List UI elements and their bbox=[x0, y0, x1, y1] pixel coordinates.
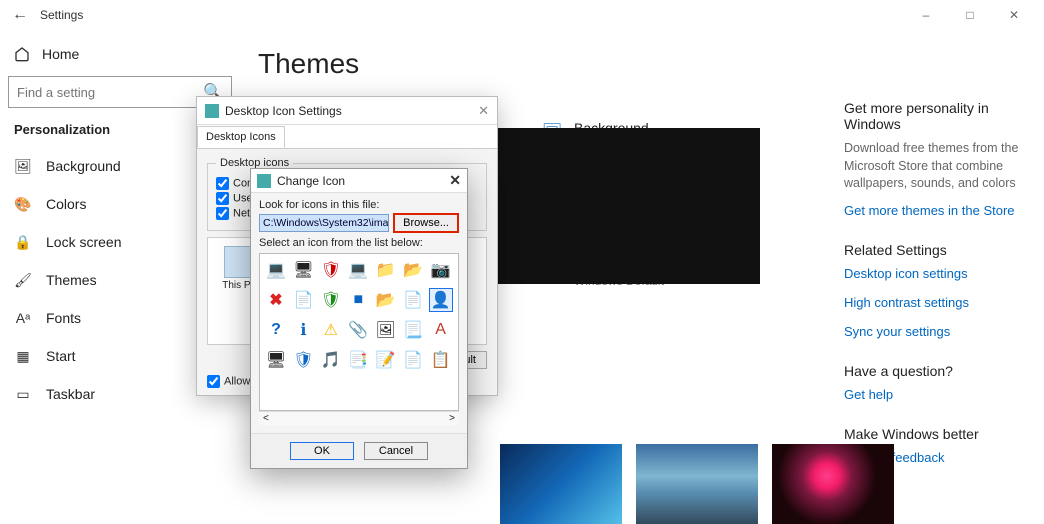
icon-option[interactable]: 💻 bbox=[346, 258, 370, 282]
dialog-change-icon: Change Icon ✕ Look for icons in this fil… bbox=[250, 168, 468, 469]
icon-option[interactable]: ■ bbox=[346, 288, 370, 312]
icon-option[interactable]: 📂 bbox=[374, 288, 398, 312]
window-titlebar: ← Settings – □ ✕ bbox=[0, 0, 1044, 30]
theme-thumb[interactable] bbox=[772, 444, 894, 524]
icon-list[interactable]: 💻 🖥 🛡 💻 📁 📂 📷 ✖ 📄 🛡 ■ 📂 📄 👤 ? ℹ ⚠ 📎 🖼 📃 … bbox=[259, 253, 459, 411]
display-icon bbox=[257, 174, 271, 188]
dialog-tabs: Desktop Icons bbox=[197, 125, 497, 149]
icon-option[interactable]: 📄 bbox=[401, 348, 425, 372]
nav-label: Background bbox=[46, 158, 121, 174]
home-label: Home bbox=[42, 46, 79, 62]
close-icon[interactable]: ✕ bbox=[478, 103, 489, 119]
icon-option[interactable]: A bbox=[429, 318, 453, 342]
taskbar-icon: ▭ bbox=[14, 385, 32, 403]
better-title: Make Windows better bbox=[844, 426, 1030, 442]
theme-thumb[interactable] bbox=[636, 444, 758, 524]
minimize-button[interactable]: – bbox=[904, 0, 948, 30]
brush-icon: 🖌 bbox=[14, 271, 32, 289]
icon-path-input[interactable]: C:\Windows\System32\imageres.dll bbox=[259, 214, 389, 232]
rail-title: Get more personality in Windows bbox=[844, 100, 1030, 132]
icon-option[interactable]: 📷 bbox=[429, 258, 453, 282]
dialog-title-text: Change Icon bbox=[277, 174, 345, 188]
font-icon: Aᵃ bbox=[14, 309, 32, 327]
link-high-contrast[interactable]: High contrast settings bbox=[844, 295, 1030, 310]
icon-option[interactable]: 🖥 bbox=[264, 348, 288, 372]
icon-option[interactable]: 📄 bbox=[401, 288, 425, 312]
link-desktop-icon-settings[interactable]: Desktop icon settings bbox=[844, 266, 1030, 281]
search-input[interactable] bbox=[17, 85, 203, 100]
nav-label: Lock screen bbox=[46, 234, 121, 250]
display-icon bbox=[205, 104, 219, 118]
icon-option[interactable]: 📑 bbox=[346, 348, 370, 372]
browse-button[interactable]: Browse... bbox=[393, 213, 459, 233]
maximize-button[interactable]: □ bbox=[948, 0, 992, 30]
theme-preview bbox=[498, 128, 760, 284]
icon-option[interactable]: 🛡 bbox=[291, 348, 315, 372]
rail-desc: Download free themes from the Microsoft … bbox=[844, 140, 1030, 193]
dialog-titlebar: Desktop Icon Settings ✕ bbox=[197, 97, 497, 125]
tab-desktop-icons[interactable]: Desktop Icons bbox=[197, 126, 285, 148]
grid-icon: ▦ bbox=[14, 347, 32, 365]
icon-option[interactable]: 🖥 bbox=[291, 258, 315, 282]
palette-icon: 🎨 bbox=[14, 195, 32, 213]
close-button[interactable]: ✕ bbox=[992, 0, 1036, 30]
icon-option[interactable]: ✖ bbox=[264, 288, 288, 312]
nav-label: Start bbox=[46, 348, 76, 364]
dialog-titlebar: Change Icon ✕ bbox=[251, 169, 467, 193]
select-label: Select an icon from the list below: bbox=[259, 237, 459, 249]
nav-label: Themes bbox=[46, 272, 97, 288]
icon-option[interactable]: ? bbox=[264, 318, 288, 342]
icon-list-scrollbar[interactable]: <> bbox=[259, 411, 459, 425]
icon-option[interactable]: 📝 bbox=[374, 348, 398, 372]
cancel-button[interactable]: Cancel bbox=[364, 442, 428, 460]
icon-option[interactable]: 📃 bbox=[401, 318, 425, 342]
nav-label: Colors bbox=[46, 196, 86, 212]
home-icon bbox=[14, 46, 30, 62]
lock-icon: 🔒 bbox=[14, 233, 32, 251]
theme-thumb[interactable] bbox=[500, 444, 622, 524]
icon-option[interactable]: 📋 bbox=[429, 348, 453, 372]
icon-option[interactable]: 📁 bbox=[374, 258, 398, 282]
dialog-title-text: Desktop Icon Settings bbox=[225, 104, 342, 118]
link-get-help[interactable]: Get help bbox=[844, 387, 1030, 402]
link-sync-settings[interactable]: Sync your settings bbox=[844, 324, 1030, 339]
question-title: Have a question? bbox=[844, 363, 1030, 379]
home-nav[interactable]: Home bbox=[0, 38, 240, 70]
close-icon[interactable]: ✕ bbox=[449, 172, 461, 189]
related-title: Related Settings bbox=[844, 242, 1030, 258]
icon-option[interactable]: ⚠ bbox=[319, 318, 343, 342]
nav-label: Fonts bbox=[46, 310, 81, 326]
icon-option[interactable]: 🎵 bbox=[319, 348, 343, 372]
store-link[interactable]: Get more themes in the Store bbox=[844, 203, 1030, 218]
look-label: Look for icons in this file: bbox=[259, 199, 459, 211]
icon-option[interactable]: 📄 bbox=[291, 288, 315, 312]
icon-option-selected[interactable]: 👤 bbox=[429, 288, 453, 312]
theme-thumbnails bbox=[500, 444, 894, 524]
window-title: Settings bbox=[40, 8, 83, 22]
icon-option[interactable]: 🛡 bbox=[319, 258, 343, 282]
icon-option[interactable]: 📂 bbox=[401, 258, 425, 282]
nav-label: Taskbar bbox=[46, 386, 95, 402]
back-button[interactable]: ← bbox=[8, 6, 32, 24]
page-heading: Themes bbox=[258, 48, 814, 80]
icon-option[interactable]: 🖼 bbox=[374, 318, 398, 342]
icon-option[interactable]: 💻 bbox=[264, 258, 288, 282]
ok-button[interactable]: OK bbox=[290, 442, 354, 460]
icon-option[interactable]: 🛡 bbox=[319, 288, 343, 312]
image-icon: 🖼 bbox=[14, 157, 32, 175]
icon-option[interactable]: ℹ bbox=[291, 318, 315, 342]
icon-option[interactable]: 📎 bbox=[346, 318, 370, 342]
